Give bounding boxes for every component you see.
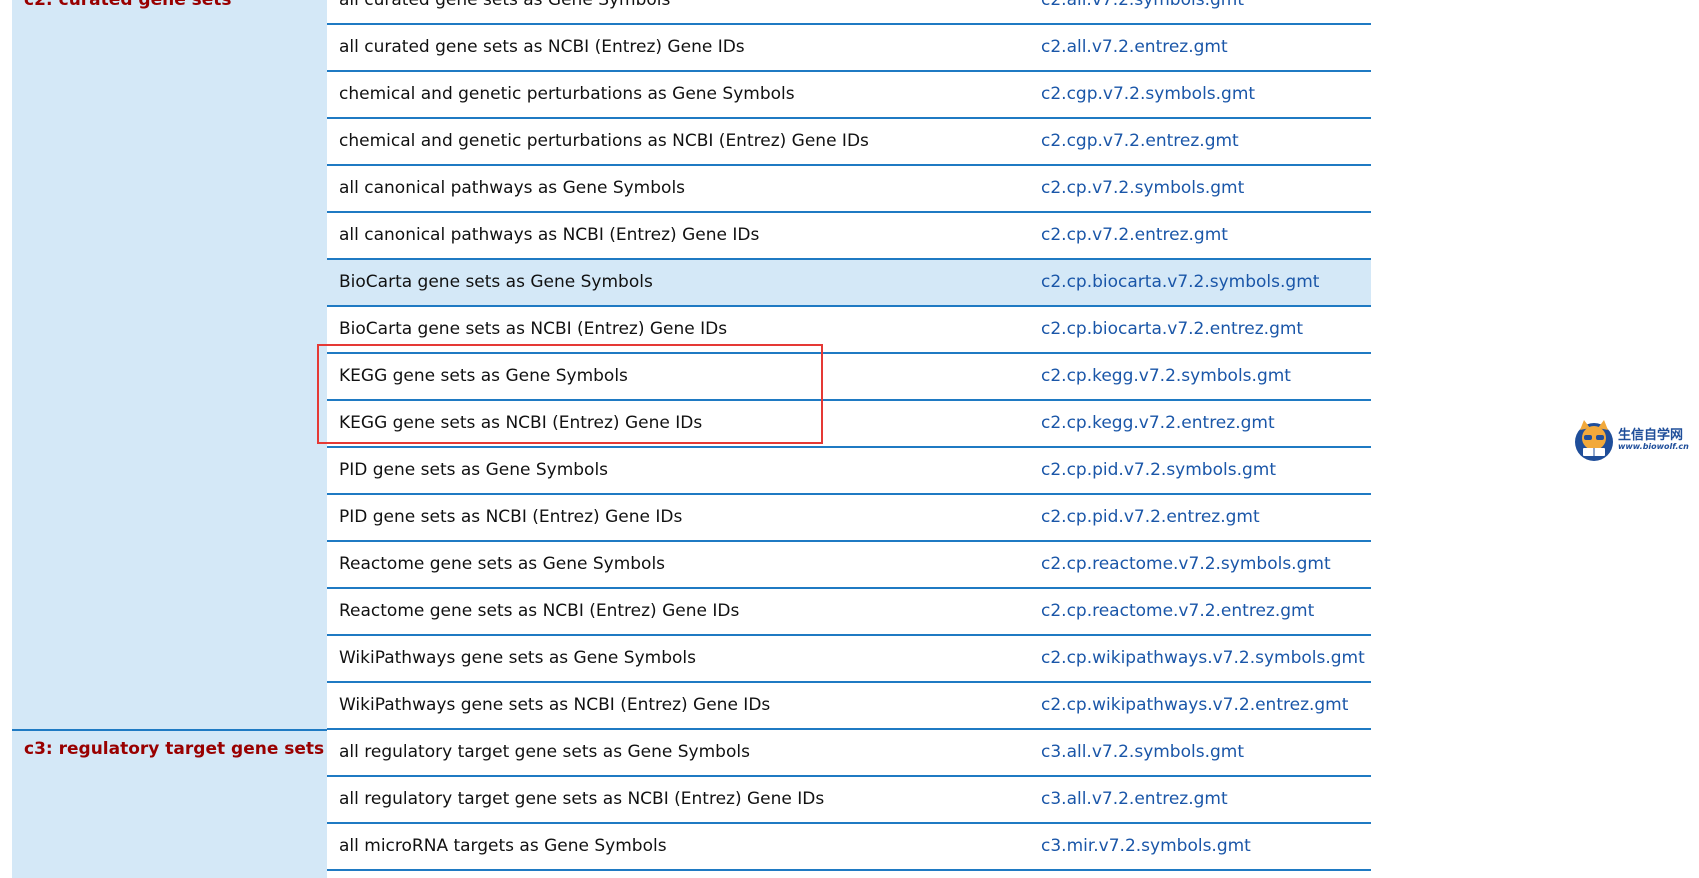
gmt-download-link[interactable]: c2.cp.kegg.v7.2.entrez.gmt	[1041, 401, 1275, 446]
gmt-download-link[interactable]: c2.all.v7.2.entrez.gmt	[1041, 25, 1228, 70]
gmt-download-link[interactable]: c2.all.v7.2.symbols.gmt	[1041, 0, 1244, 23]
gene-set-description: WikiPathways gene sets as Gene Symbols	[339, 648, 696, 668]
gene-set-description: BioCarta gene sets as NCBI (Entrez) Gene…	[339, 319, 728, 339]
table-row: Reactome gene sets as NCBI (Entrez) Gene…	[327, 589, 1371, 636]
gmt-download-link[interactable]: c2.cp.v7.2.entrez.gmt	[1041, 213, 1228, 258]
wolf-mascot-icon	[1575, 420, 1613, 461]
gene-set-description: all curated gene sets as NCBI (Entrez) G…	[339, 37, 745, 57]
table-row: chemical and genetic perturbations as Ge…	[327, 72, 1371, 119]
gmt-download-link[interactable]: c2.cp.reactome.v7.2.entrez.gmt	[1041, 589, 1314, 634]
gene-set-description: PID gene sets as NCBI (Entrez) Gene IDs	[339, 507, 683, 527]
gmt-download-link[interactable]: c2.cgp.v7.2.symbols.gmt	[1041, 72, 1255, 117]
gene-set-description: BioCarta gene sets as Gene Symbols	[339, 272, 653, 292]
table-row: KEGG gene sets as NCBI (Entrez) Gene IDs…	[327, 401, 1371, 448]
watermark-logo: 生信自学网 www.biowolf.cn	[1574, 418, 1698, 462]
table-row: BioCarta gene sets as NCBI (Entrez) Gene…	[327, 307, 1371, 354]
gene-set-description: all regulatory target gene sets as NCBI …	[339, 789, 825, 809]
table-row: PID gene sets as NCBI (Entrez) Gene IDs c…	[327, 495, 1371, 542]
category-label-c2: c2: curated gene sets	[24, 0, 232, 10]
category-label-c3: c3: regulatory target gene sets	[24, 739, 325, 759]
gmt-download-link[interactable]: c2.cgp.v7.2.entrez.gmt	[1041, 119, 1239, 164]
table-row: all canonical pathways as Gene Symbols c2…	[327, 166, 1371, 213]
gene-set-description: all canonical pathways as Gene Symbols	[339, 178, 686, 198]
gene-set-description: all microRNA targets as Gene Symbols	[339, 836, 667, 856]
msigdb-download-page: c2: curated gene sets c3: regulatory tar…	[0, 0, 1699, 878]
table-row: chemical and genetic perturbations as NC…	[327, 119, 1371, 166]
gmt-download-link[interactable]: c2.cp.biocarta.v7.2.entrez.gmt	[1041, 307, 1303, 352]
gene-set-description: KEGG gene sets as Gene Symbols	[339, 366, 628, 386]
watermark-url: www.biowolf.cn	[1618, 442, 1689, 451]
gene-set-description: Reactome gene sets as Gene Symbols	[339, 554, 666, 574]
category-cell-c2	[12, 0, 327, 729]
gene-set-description: chemical and genetic perturbations as NC…	[339, 131, 869, 151]
gene-set-description: all curated gene sets as Gene Symbols	[339, 0, 671, 10]
gmt-download-link[interactable]: c2.cp.wikipathways.v7.2.symbols.gmt	[1041, 636, 1365, 681]
table-row: all regulatory target gene sets as Gene …	[327, 730, 1371, 777]
gmt-download-link[interactable]: c3.all.v7.2.entrez.gmt	[1041, 777, 1228, 822]
gene-set-description: KEGG gene sets as NCBI (Entrez) Gene IDs	[339, 413, 703, 433]
table-row: all curated gene sets as Gene Symbols c2.…	[327, 0, 1371, 25]
gmt-download-link[interactable]: c2.cp.pid.v7.2.symbols.gmt	[1041, 448, 1276, 493]
table-row: Reactome gene sets as Gene Symbols c2.cp.…	[327, 542, 1371, 589]
gmt-download-link[interactable]: c2.cp.reactome.v7.2.symbols.gmt	[1041, 542, 1331, 587]
gene-set-description: Reactome gene sets as NCBI (Entrez) Gene…	[339, 601, 740, 621]
table-row: WikiPathways gene sets as NCBI (Entrez) …	[327, 683, 1371, 730]
gmt-download-link[interactable]: c2.cp.kegg.v7.2.symbols.gmt	[1041, 354, 1291, 399]
table-row: all curated gene sets as NCBI (Entrez) G…	[327, 25, 1371, 72]
watermark-title: 生信自学网	[1618, 428, 1684, 443]
table-row: all regulatory target gene sets as NCBI …	[327, 777, 1371, 824]
category-divider	[12, 729, 327, 731]
gene-set-description: chemical and genetic perturbations as Ge…	[339, 84, 795, 104]
table-row: all canonical pathways as NCBI (Entrez) …	[327, 213, 1371, 260]
gene-set-description: WikiPathways gene sets as NCBI (Entrez) …	[339, 695, 771, 715]
gmt-download-link[interactable]: c2.cp.v7.2.symbols.gmt	[1041, 166, 1244, 211]
gene-set-description: PID gene sets as Gene Symbols	[339, 460, 609, 480]
table-row: BioCarta gene sets as Gene Symbols c2.cp.…	[327, 260, 1371, 307]
gmt-download-link[interactable]: c3.all.v7.2.symbols.gmt	[1041, 730, 1244, 775]
table-row: KEGG gene sets as Gene Symbols c2.cp.kegg…	[327, 354, 1371, 401]
table-row: PID gene sets as Gene Symbols c2.cp.pid.v…	[327, 448, 1371, 495]
gmt-download-link[interactable]: c2.cp.biocarta.v7.2.symbols.gmt	[1041, 260, 1319, 305]
gene-set-description: all regulatory target gene sets as Gene …	[339, 742, 750, 762]
table-row: all microRNA targets as Gene Symbols c3.m…	[327, 824, 1371, 871]
table-row: WikiPathways gene sets as Gene Symbols c2…	[327, 636, 1371, 683]
gmt-download-link[interactable]: c2.cp.wikipathways.v7.2.entrez.gmt	[1041, 683, 1348, 728]
gmt-download-link[interactable]: c3.mir.v7.2.symbols.gmt	[1041, 824, 1251, 869]
gene-set-description: all canonical pathways as NCBI (Entrez) …	[339, 225, 760, 245]
gmt-download-link[interactable]: c2.cp.pid.v7.2.entrez.gmt	[1041, 495, 1260, 540]
